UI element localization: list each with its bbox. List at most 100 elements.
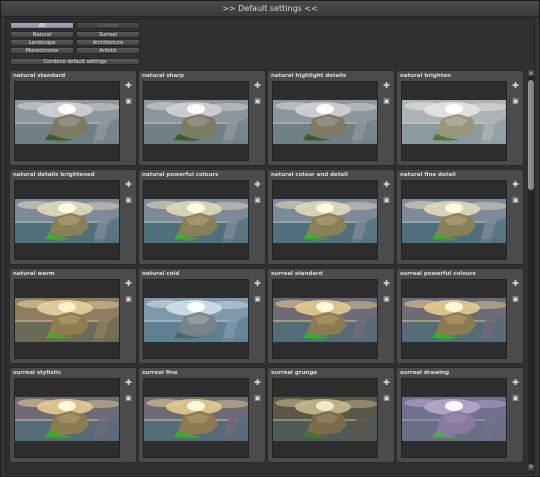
plus-icon[interactable]: ✚ — [253, 279, 262, 288]
save-icon[interactable]: ▣ — [382, 295, 391, 304]
plus-icon[interactable]: ✚ — [382, 180, 391, 189]
preset-thumbnail[interactable] — [144, 100, 248, 144]
preset-title: surreal drawing — [400, 370, 450, 376]
filter-monochrome-button[interactable]: Monochrome — [10, 47, 74, 54]
preset-card[interactable]: surreal drawing ✚ ▣ — [396, 367, 524, 463]
plus-icon[interactable]: ✚ — [124, 378, 133, 387]
plus-icon[interactable]: ✚ — [253, 81, 262, 90]
save-icon[interactable]: ▣ — [253, 196, 262, 205]
combine-default-settings-button[interactable]: Combine default settings — [10, 58, 140, 65]
plus-icon[interactable]: ✚ — [382, 81, 391, 90]
scroll-down-icon[interactable]: ▾ — [528, 464, 534, 470]
save-icon[interactable]: ▣ — [511, 394, 520, 403]
plus-icon[interactable]: ✚ — [124, 279, 133, 288]
filter-custom-button[interactable]: Custom — [76, 22, 140, 29]
preset-thumbnail[interactable] — [15, 298, 119, 342]
preset-preview-frame[interactable] — [14, 279, 120, 359]
plus-icon[interactable]: ✚ — [253, 180, 262, 189]
save-icon[interactable]: ▣ — [511, 295, 520, 304]
preset-thumbnail[interactable] — [402, 298, 506, 342]
filter-artistic-button[interactable]: Artistic — [76, 47, 140, 54]
plus-icon[interactable]: ✚ — [124, 81, 133, 90]
preset-thumbnail[interactable] — [15, 397, 119, 441]
preset-card[interactable]: surreal powerful colours ✚ ▣ — [396, 268, 524, 364]
preset-preview-frame[interactable] — [272, 279, 378, 359]
filter-architecture-button[interactable]: Architecture — [76, 39, 140, 46]
plus-icon[interactable]: ✚ — [511, 378, 520, 387]
filter-all-button[interactable]: All — [10, 22, 74, 29]
preset-card[interactable]: natural colour and detail ✚ ▣ — [267, 169, 395, 265]
preset-thumbnail[interactable] — [15, 100, 119, 144]
preset-preview-frame[interactable] — [401, 378, 507, 458]
preset-thumbnail[interactable] — [273, 199, 377, 243]
plus-icon[interactable]: ✚ — [124, 180, 133, 189]
preset-preview-frame[interactable] — [14, 378, 120, 458]
save-icon[interactable]: ▣ — [124, 196, 133, 205]
preset-title: surreal grunge — [271, 370, 318, 376]
preview-image — [273, 298, 377, 342]
preset-preview-frame[interactable] — [14, 180, 120, 260]
preset-thumbnail[interactable] — [273, 397, 377, 441]
save-icon[interactable]: ▣ — [382, 196, 391, 205]
preset-preview-frame[interactable] — [401, 279, 507, 359]
preset-preview-frame[interactable] — [143, 378, 249, 458]
preset-preview-frame[interactable] — [143, 180, 249, 260]
save-icon[interactable]: ▣ — [253, 97, 262, 106]
preset-preview-frame[interactable] — [14, 81, 120, 161]
save-icon[interactable]: ▣ — [382, 394, 391, 403]
preset-card[interactable]: surreal standard ✚ ▣ — [267, 268, 395, 364]
filter-natural-button[interactable]: Natural — [10, 31, 74, 38]
plus-icon[interactable]: ✚ — [253, 378, 262, 387]
preview-image — [15, 199, 119, 243]
preset-card[interactable]: natural cold ✚ ▣ — [138, 268, 266, 364]
preset-preview-frame[interactable] — [272, 378, 378, 458]
preset-card[interactable]: natural details brightened ✚ ▣ — [9, 169, 137, 265]
preset-preview-frame[interactable] — [401, 81, 507, 161]
plus-icon[interactable]: ✚ — [511, 180, 520, 189]
vertical-scrollbar[interactable]: ▴ ▾ — [528, 70, 534, 470]
preset-title: natural colour and detail — [271, 172, 348, 178]
plus-icon[interactable]: ✚ — [382, 279, 391, 288]
preset-card[interactable]: surreal stylistic ✚ ▣ — [9, 367, 137, 463]
preset-preview-frame[interactable] — [143, 279, 249, 359]
plus-icon[interactable]: ✚ — [511, 279, 520, 288]
preset-preview-frame[interactable] — [272, 81, 378, 161]
preset-thumbnail[interactable] — [402, 100, 506, 144]
preset-card[interactable]: natural powerful colours ✚ ▣ — [138, 169, 266, 265]
preset-card[interactable]: surreal fine ✚ ▣ — [138, 367, 266, 463]
plus-icon[interactable]: ✚ — [511, 81, 520, 90]
preset-card[interactable]: natural brighten ✚ ▣ — [396, 70, 524, 166]
preset-card[interactable]: natural standard ✚ ▣ — [9, 70, 137, 166]
scroll-up-icon[interactable]: ▴ — [528, 70, 534, 76]
save-icon[interactable]: ▣ — [511, 97, 520, 106]
preset-title: surreal standard — [271, 271, 323, 277]
preset-thumbnail[interactable] — [273, 100, 377, 144]
filter-landscape-button[interactable]: Landscape — [10, 39, 74, 46]
preset-thumbnail[interactable] — [144, 298, 248, 342]
save-icon[interactable]: ▣ — [124, 97, 133, 106]
save-icon[interactable]: ▣ — [124, 394, 133, 403]
preview-image — [15, 397, 119, 441]
save-icon[interactable]: ▣ — [382, 97, 391, 106]
preset-thumbnail[interactable] — [15, 199, 119, 243]
preset-card[interactable]: natural sharp ✚ ▣ — [138, 70, 266, 166]
preset-preview-frame[interactable] — [401, 180, 507, 260]
preset-thumbnail[interactable] — [273, 298, 377, 342]
preset-card[interactable]: natural fine detail ✚ ▣ — [396, 169, 524, 265]
save-icon[interactable]: ▣ — [511, 196, 520, 205]
preset-card[interactable]: surreal grunge ✚ ▣ — [267, 367, 395, 463]
preset-preview-frame[interactable] — [143, 81, 249, 161]
preset-card[interactable]: natural highlight details ✚ ▣ — [267, 70, 395, 166]
plus-icon[interactable]: ✚ — [382, 378, 391, 387]
scrollbar-thumb[interactable] — [528, 80, 534, 190]
save-icon[interactable]: ▣ — [253, 394, 262, 403]
filter-surreal-button[interactable]: Surreal — [76, 31, 140, 38]
preset-thumbnail[interactable] — [402, 199, 506, 243]
save-icon[interactable]: ▣ — [253, 295, 262, 304]
preset-thumbnail[interactable] — [402, 397, 506, 441]
preset-preview-frame[interactable] — [272, 180, 378, 260]
save-icon[interactable]: ▣ — [124, 295, 133, 304]
preset-thumbnail[interactable] — [144, 199, 248, 243]
preset-thumbnail[interactable] — [144, 397, 248, 441]
preset-card[interactable]: natural warm ✚ ▣ — [9, 268, 137, 364]
